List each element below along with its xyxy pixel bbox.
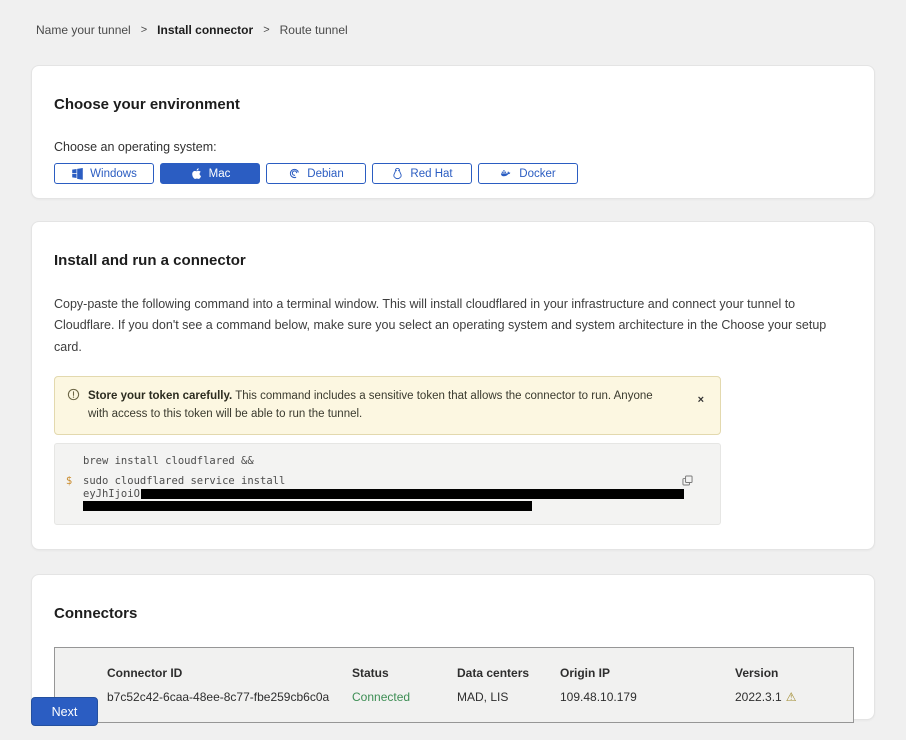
column-header-connector-id: Connector ID bbox=[107, 666, 352, 690]
os-button-windows[interactable]: Windows bbox=[54, 163, 154, 184]
os-button-label: Mac bbox=[209, 168, 231, 180]
connectors-card-title: Connectors bbox=[54, 605, 852, 622]
redacted-token-bar bbox=[141, 489, 684, 499]
breadcrumb: Name your tunnel > Install connector > R… bbox=[0, 0, 906, 37]
origin-ip-value: 109.48.10.179 bbox=[560, 690, 735, 704]
connector-id-value: b7c52c42-6caa-48ee-8c77-fbe259cb6c0a bbox=[107, 690, 352, 704]
status-badge: Connected bbox=[352, 690, 457, 704]
column-header-version: Version bbox=[735, 666, 853, 690]
warning-message-bold: Store your token carefully. bbox=[88, 390, 232, 402]
code-line-3: eyJhIjoiO bbox=[55, 488, 720, 500]
next-button[interactable]: Next bbox=[31, 697, 98, 726]
os-button-debian[interactable]: Debian bbox=[266, 163, 366, 184]
breadcrumb-separator: > bbox=[263, 24, 269, 36]
choose-environment-card: Choose your environment Choose an operat… bbox=[31, 65, 875, 199]
breadcrumb-separator: > bbox=[141, 24, 147, 36]
token-warning-banner: Store your token carefully. This command… bbox=[54, 376, 721, 435]
data-centers-value: MAD, LIS bbox=[457, 690, 560, 704]
windows-icon bbox=[71, 167, 84, 180]
info-icon bbox=[67, 388, 80, 401]
install-connector-card: Install and run a connector Copy-paste t… bbox=[31, 221, 875, 550]
install-description: Copy-paste the following command into a … bbox=[54, 294, 852, 358]
close-icon[interactable]: × bbox=[696, 393, 706, 408]
os-button-label: Debian bbox=[307, 168, 343, 180]
breadcrumb-route-tunnel[interactable]: Route tunnel bbox=[280, 23, 348, 37]
column-header-origin-ip: Origin IP bbox=[560, 666, 735, 690]
docker-icon bbox=[500, 167, 513, 180]
shell-prompt: $ bbox=[55, 476, 83, 487]
apple-icon bbox=[190, 167, 203, 180]
warning-message: Store your token carefully. This command… bbox=[88, 387, 708, 424]
code-line-4 bbox=[55, 501, 720, 511]
connectors-table-grid: Connector ID Status Data centers Origin … bbox=[107, 666, 853, 704]
version-number: 2022.3.1 bbox=[735, 690, 782, 704]
os-button-label: Red Hat bbox=[410, 168, 452, 180]
os-button-mac[interactable]: Mac bbox=[160, 163, 260, 184]
code-line-2: $ sudo cloudflared service install bbox=[55, 476, 720, 487]
os-button-redhat[interactable]: Red Hat bbox=[372, 163, 472, 184]
version-value: 2022.3.1 ⚠ bbox=[735, 690, 853, 704]
column-header-status: Status bbox=[352, 666, 457, 690]
debian-icon bbox=[288, 167, 301, 180]
code-line-1-text: brew install cloudflared && bbox=[83, 456, 254, 467]
redhat-linux-icon bbox=[391, 167, 404, 180]
code-line-1: brew install cloudflared && bbox=[55, 456, 720, 467]
column-header-data-centers: Data centers bbox=[457, 666, 560, 690]
install-command-code-block: brew install cloudflared && $ sudo cloud… bbox=[54, 443, 721, 525]
connectors-card: Connectors Connector ID Status Data cent… bbox=[31, 574, 875, 720]
breadcrumb-name-your-tunnel[interactable]: Name your tunnel bbox=[36, 23, 131, 37]
os-button-group: Windows Mac Debian Red Hat Docker bbox=[54, 163, 852, 184]
install-card-title: Install and run a connector bbox=[54, 252, 852, 269]
connectors-table: Connector ID Status Data centers Origin … bbox=[54, 647, 854, 723]
environment-card-title: Choose your environment bbox=[54, 96, 852, 113]
copy-icon[interactable] bbox=[679, 472, 696, 489]
os-button-label: Windows bbox=[90, 168, 137, 180]
os-select-label: Choose an operating system: bbox=[54, 140, 852, 154]
token-prefix-text: eyJhIjoiO bbox=[83, 488, 140, 500]
breadcrumb-install-connector[interactable]: Install connector bbox=[157, 23, 253, 37]
version-warning-icon: ⚠ bbox=[786, 690, 797, 704]
os-button-label: Docker bbox=[519, 168, 555, 180]
code-line-2-text: sudo cloudflared service install bbox=[83, 476, 285, 487]
redacted-token-bar bbox=[83, 501, 532, 511]
os-button-docker[interactable]: Docker bbox=[478, 163, 578, 184]
